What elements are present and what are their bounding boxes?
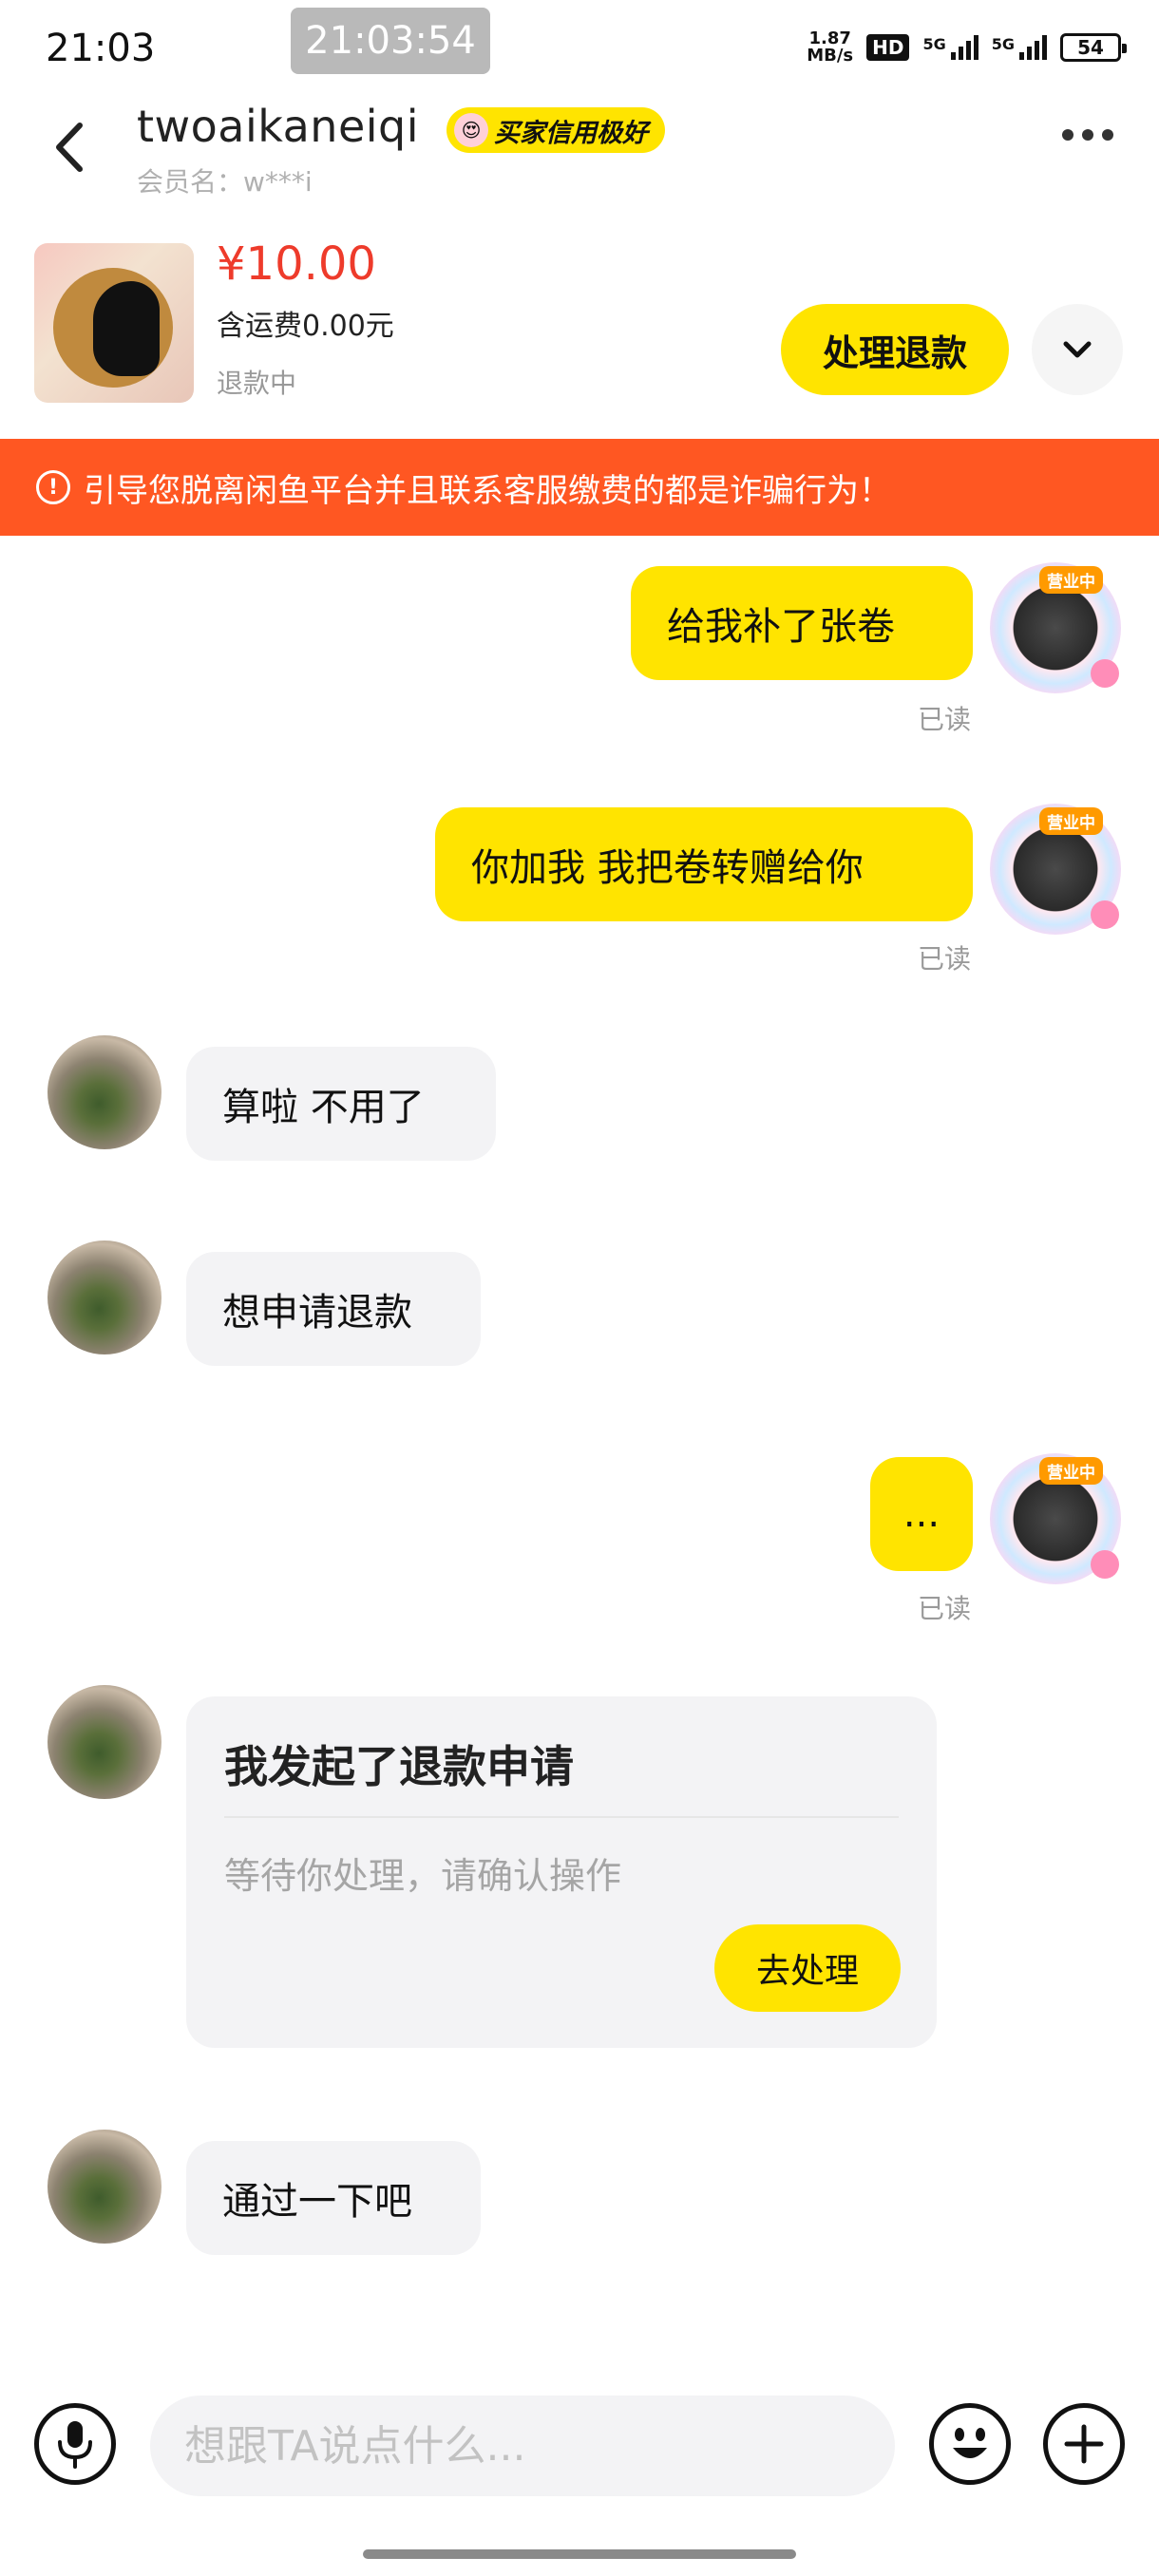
alert-icon: ! xyxy=(36,470,70,504)
signal-icon-2: 5G xyxy=(992,35,1047,60)
read-receipt: 已读 xyxy=(918,704,972,735)
network-speed: 1.87 MB/s xyxy=(807,28,854,66)
credit-badge: 😍 买家信用极好 xyxy=(446,107,665,153)
shipping-fee: 含运费0.00元 xyxy=(217,310,394,343)
warning-text: 引导您脱离闲鱼平台并且联系客服缴费的都是诈骗行为！ xyxy=(84,471,891,510)
member-name: 会员名：w***i xyxy=(137,166,313,198)
read-receipt: 已读 xyxy=(918,1593,972,1624)
contact-avatar[interactable] xyxy=(48,1241,162,1354)
screen-record-time: 21:03:54 xyxy=(291,8,490,74)
emoji-button[interactable] xyxy=(929,2403,1011,2485)
credit-badge-label: 买家信用极好 xyxy=(494,118,648,148)
status-time: 21:03 xyxy=(46,27,156,70)
expand-button[interactable] xyxy=(1032,304,1123,395)
more-options-button[interactable] xyxy=(1062,129,1113,141)
battery-icon: 54 xyxy=(1060,33,1127,62)
more-actions-button[interactable] xyxy=(1043,2403,1125,2485)
message-bubble-sent[interactable]: 给我补了张卷 xyxy=(631,566,973,680)
heart-eyes-emoji-icon: 😍 xyxy=(454,113,488,147)
home-indicator[interactable] xyxy=(363,2549,796,2559)
message-input[interactable] xyxy=(150,2396,895,2496)
read-receipt: 已读 xyxy=(918,943,972,975)
contact-avatar[interactable] xyxy=(48,1035,162,1149)
message-bubble-received[interactable]: 想申请退款 xyxy=(186,1252,481,1366)
product-price: ¥10.00 xyxy=(217,237,376,291)
signal-icon: 5G xyxy=(922,35,978,60)
go-process-button[interactable]: 去处理 xyxy=(714,1924,901,2012)
voice-button[interactable] xyxy=(34,2403,116,2485)
fraud-warning-banner: ! 引导您脱离闲鱼平台并且联系客服缴费的都是诈骗行为！ xyxy=(0,439,1159,536)
microphone-icon xyxy=(58,2421,92,2469)
back-arrow-icon xyxy=(56,123,83,172)
card-divider xyxy=(224,1816,899,1818)
plus-icon xyxy=(1064,2424,1104,2464)
chevron-down-icon xyxy=(1063,341,1092,358)
message-bubble-sent[interactable]: ... xyxy=(870,1457,973,1571)
my-avatar[interactable]: 营业中 xyxy=(990,1453,1121,1584)
chat-username: twoaikaneiqi xyxy=(137,101,420,152)
contact-avatar[interactable] xyxy=(48,2130,162,2244)
card-title: 我发起了退款申请 xyxy=(224,1741,574,1792)
card-subtitle: 等待你处理，请确认操作 xyxy=(224,1855,622,1897)
status-icons: 1.87 MB/s HD 5G 5G 54 xyxy=(807,28,1127,66)
product-thumbnail[interactable] xyxy=(34,243,194,403)
my-avatar[interactable]: 营业中 xyxy=(990,804,1121,935)
handle-refund-button[interactable]: 处理退款 xyxy=(781,304,1009,395)
back-button[interactable] xyxy=(46,114,103,180)
message-bubble-received[interactable]: 算啦 不用了 xyxy=(186,1047,496,1161)
hd-icon: HD xyxy=(866,34,910,61)
message-bubble-received[interactable]: 通过一下吧 xyxy=(186,2141,481,2255)
my-avatar[interactable]: 营业中 xyxy=(990,562,1121,693)
smiley-icon xyxy=(953,2428,987,2458)
refund-request-card[interactable]: 我发起了退款申请 等待你处理，请确认操作 去处理 xyxy=(186,1696,937,2048)
contact-avatar[interactable] xyxy=(48,1685,162,1799)
message-bubble-sent[interactable]: 你加我 我把卷转赠给你 xyxy=(435,807,973,921)
order-status: 退款中 xyxy=(217,368,297,399)
